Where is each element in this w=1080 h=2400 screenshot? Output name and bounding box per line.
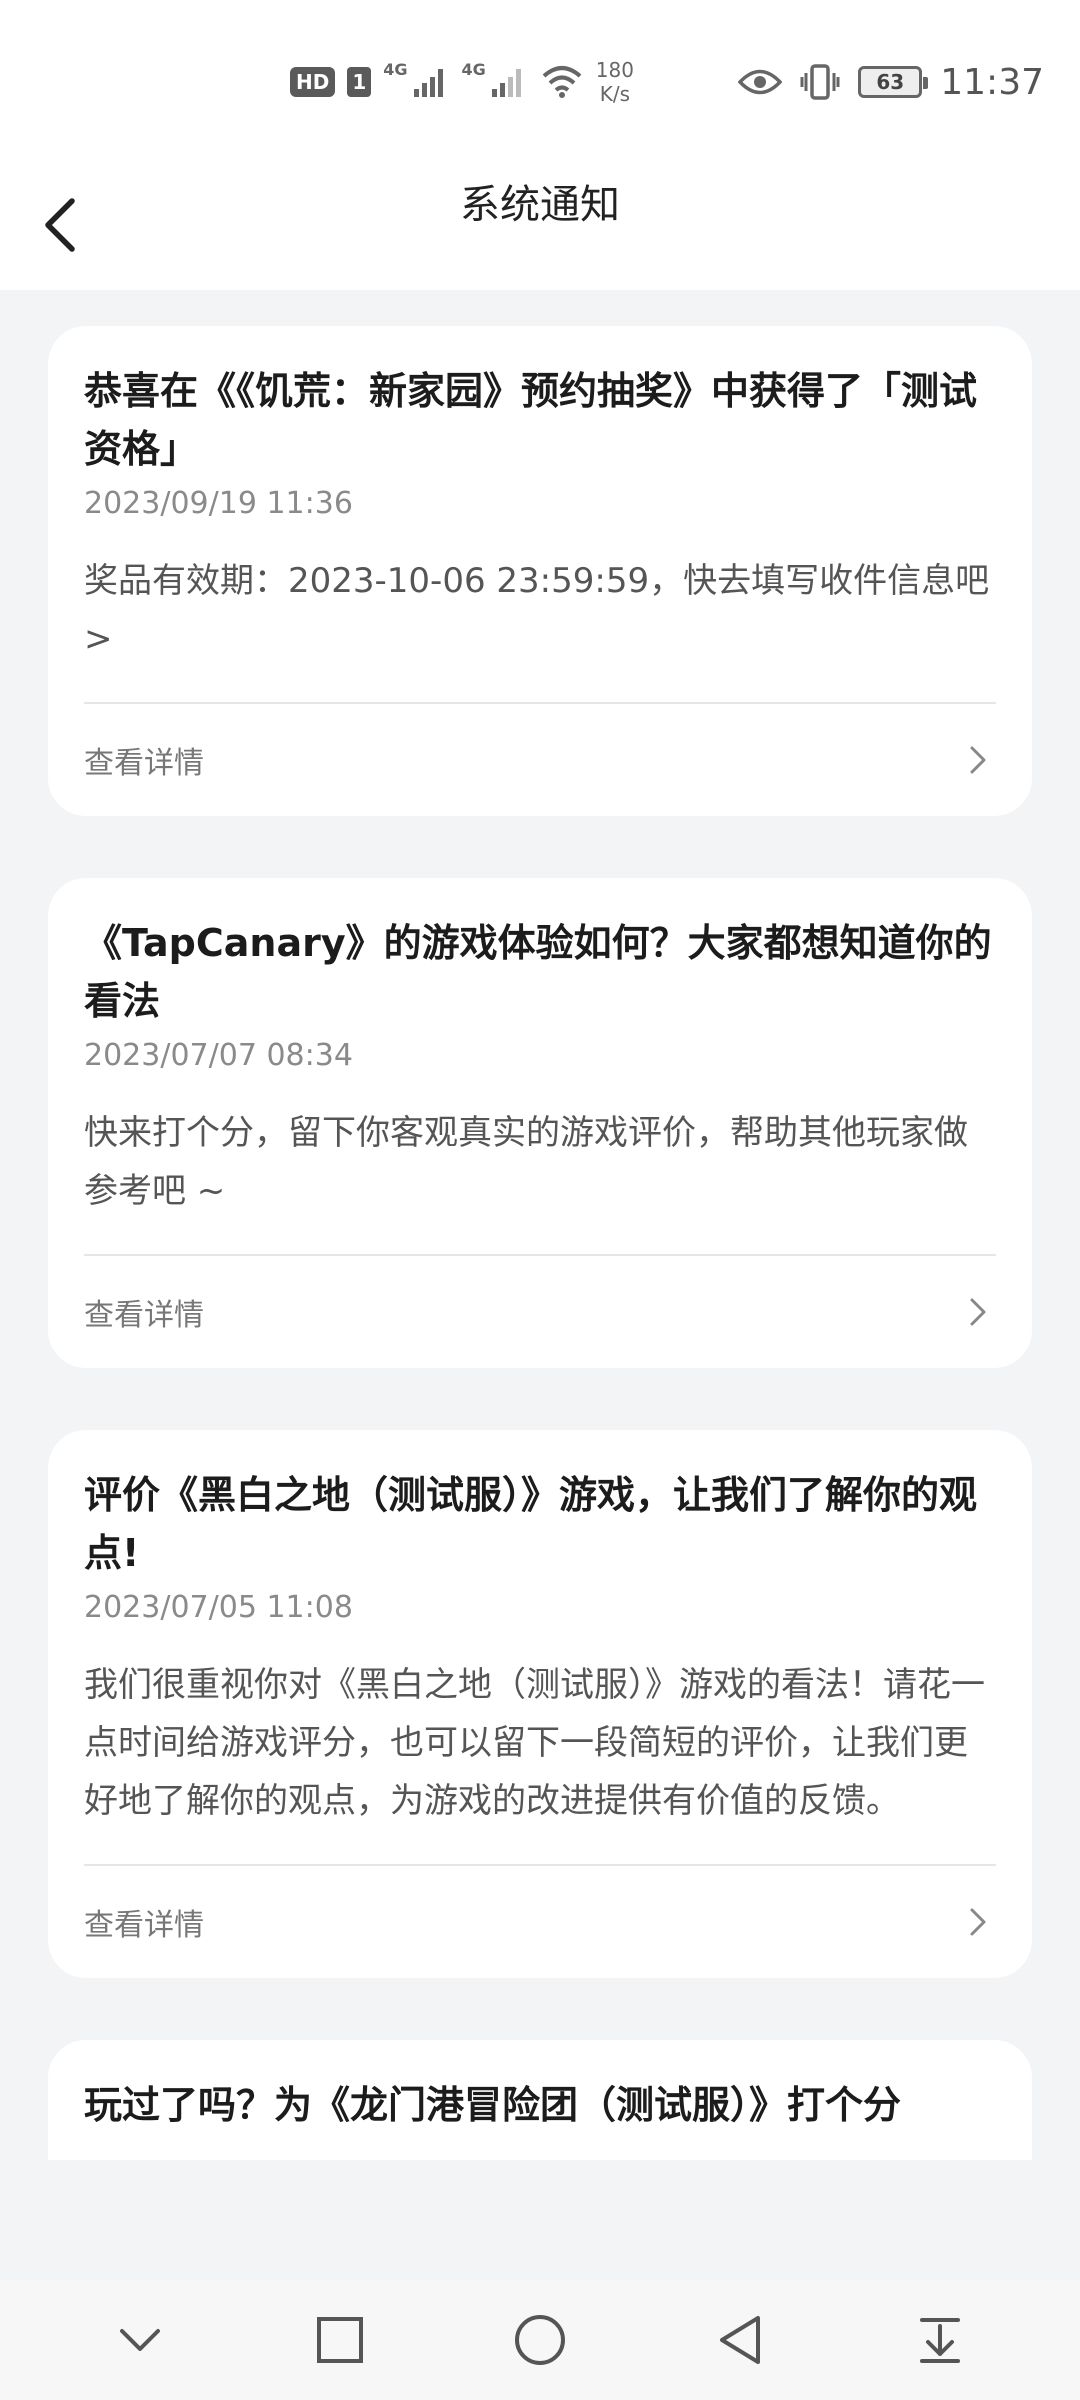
notification-title: 恭喜在《《饥荒：新家园》预约抽奖》中获得了「测试资格」 bbox=[84, 369, 978, 471]
header-bar: 系统通知 bbox=[0, 160, 1080, 290]
square-icon bbox=[317, 2317, 363, 2363]
circle-icon bbox=[515, 2315, 565, 2365]
chevron-right-icon bbox=[970, 746, 986, 774]
battery-indicator: 63 bbox=[858, 66, 929, 98]
view-details-label: 查看详情 bbox=[84, 746, 204, 781]
network-type-label: 4G bbox=[383, 60, 408, 79]
notification-date: 2023/07/05 11:08 bbox=[84, 1590, 353, 1625]
notification-card[interactable]: 《TapCanary》的游戏体验如何？大家都想知道你的看法 2023/07/07… bbox=[48, 878, 1032, 1368]
pull-down-icon bbox=[920, 2318, 960, 2363]
sim-badge: 1 bbox=[347, 67, 372, 97]
notification-title: 玩过了吗？为《龙门港冒险团（测试服）》打个分 bbox=[84, 2083, 902, 2127]
chevron-down-icon bbox=[120, 2329, 160, 2351]
clock: 11:37 bbox=[940, 61, 1044, 103]
signal-icon bbox=[491, 69, 521, 97]
hd-badge: HD bbox=[290, 67, 336, 97]
notification-date: 2023/07/07 08:34 bbox=[84, 1038, 353, 1073]
notification-card[interactable]: 评价《黑白之地（测试服）》游戏，让我们了解你的观点! 2023/07/05 11… bbox=[48, 1430, 1032, 1978]
view-details-row[interactable]: 查看详情 bbox=[84, 1864, 996, 1978]
page-title: 系统通知 bbox=[460, 182, 620, 228]
chevron-right-icon bbox=[970, 1298, 986, 1326]
nav-recent-apps-button[interactable] bbox=[300, 2300, 380, 2380]
status-indicators-right: 63 11:37 bbox=[738, 52, 1044, 112]
nav-home-button[interactable] bbox=[500, 2300, 580, 2380]
notification-body: 快来打个分，留下你客观真实的游戏评价，帮助其他玩家做参考吧 ~ bbox=[84, 1113, 968, 1211]
chevron-right-icon bbox=[970, 1908, 986, 1936]
view-details-row[interactable]: 查看详情 bbox=[84, 702, 996, 816]
network-type-label: 4G bbox=[461, 60, 486, 79]
nav-notifications-button[interactable] bbox=[900, 2300, 980, 2380]
notification-list: 恭喜在《《饥荒：新家园》预约抽奖》中获得了「测试资格」 2023/09/19 1… bbox=[48, 326, 1032, 2222]
speed-value: 180 bbox=[595, 58, 634, 82]
triangle-back-icon bbox=[720, 2316, 760, 2364]
status-bar: HD 1 4G 4G 180 K/s 63 11:37 bbox=[0, 0, 1080, 160]
network-speed: 180 K/s bbox=[596, 58, 634, 106]
vibrate-icon bbox=[800, 64, 840, 100]
notification-title: 评价《黑白之地（测试服）》游戏，让我们了解你的观点! bbox=[84, 1473, 978, 1575]
notification-body: 我们很重视你对《黑白之地（测试服）》游戏的看法！请花一点时间给游戏评分，也可以留… bbox=[84, 1665, 985, 1821]
notification-body: 奖品有效期：2023-10-06 23:59:59，快去填写收件信息吧> bbox=[84, 561, 990, 659]
notification-title: 《TapCanary》的游戏体验如何？大家都想知道你的看法 bbox=[84, 921, 992, 1023]
status-indicators-left: HD 1 4G 4G 180 K/s bbox=[290, 52, 634, 112]
eye-icon bbox=[738, 69, 783, 95]
nav-hide-button[interactable] bbox=[100, 2300, 180, 2380]
notification-card[interactable]: 恭喜在《《饥荒：新家园》预约抽奖》中获得了「测试资格」 2023/09/19 1… bbox=[48, 326, 1032, 816]
notification-card[interactable]: 玩过了吗？为《龙门港冒险团（测试服）》打个分 bbox=[48, 2040, 1032, 2160]
view-details-row[interactable]: 查看详情 bbox=[84, 1254, 996, 1368]
view-details-label: 查看详情 bbox=[84, 1298, 204, 1333]
speed-unit: K/s bbox=[599, 82, 631, 106]
signal-icon bbox=[413, 69, 443, 97]
nav-back-button[interactable] bbox=[700, 2300, 780, 2380]
system-navigation-bar bbox=[0, 2280, 1080, 2400]
wifi-icon bbox=[542, 66, 582, 98]
view-details-label: 查看详情 bbox=[84, 1908, 204, 1943]
notification-date: 2023/09/19 11:36 bbox=[84, 486, 353, 521]
